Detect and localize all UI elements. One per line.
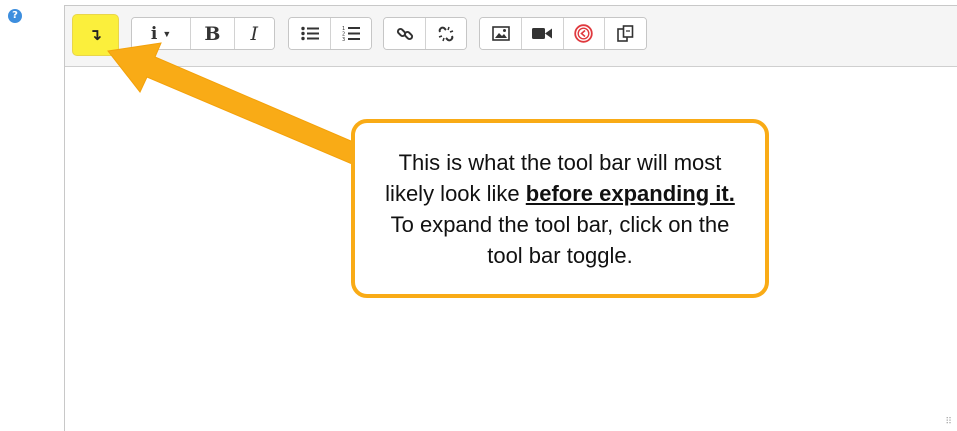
callout-text-after: To expand the tool bar, click on the too… (390, 211, 730, 268)
callout-emphasis: before expanding it. (525, 180, 735, 206)
instruction-callout: This is what the tool bar will most like… (351, 119, 769, 298)
callout-text: This is what the tool bar will most like… (373, 147, 747, 271)
